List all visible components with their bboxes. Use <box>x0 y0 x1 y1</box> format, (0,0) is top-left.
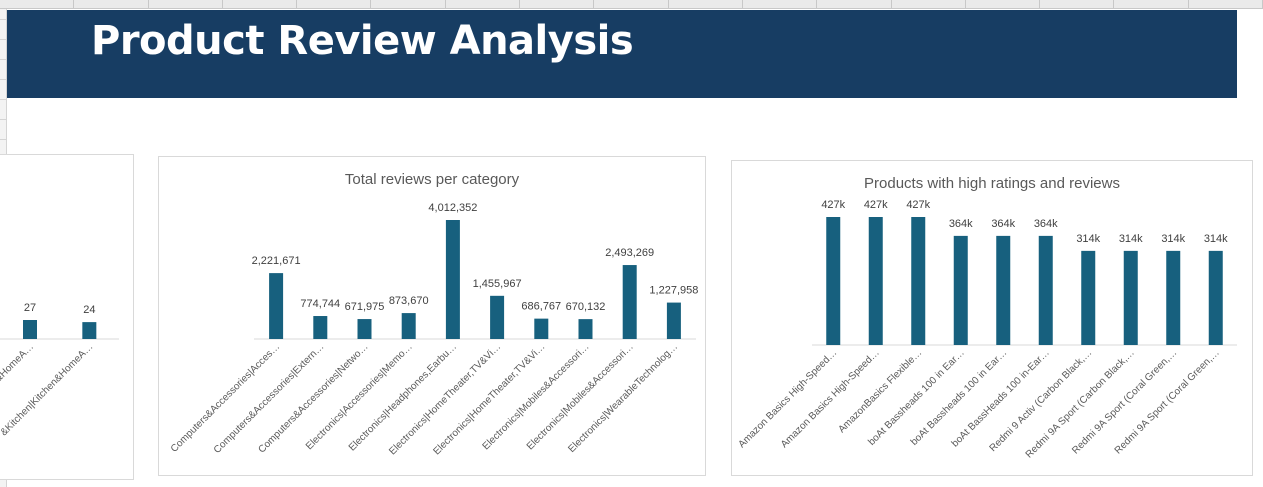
chart-svg: 2,221,671Computers&Accessories|Acces…774… <box>169 202 699 457</box>
data-label: 427k <box>864 199 888 211</box>
bar <box>578 319 593 339</box>
bar <box>357 319 372 339</box>
data-label: 774,744 <box>300 298 340 310</box>
chart-svg: 427kAmazon Basics High-Speed…427kAmazon … <box>736 199 1237 460</box>
column-header-cell[interactable] <box>520 0 595 8</box>
data-label: 671,975 <box>345 301 385 313</box>
data-label: 1,227,958 <box>649 285 698 297</box>
bar <box>1166 250 1181 345</box>
bar <box>1038 235 1053 345</box>
column-header-cell[interactable] <box>74 0 149 8</box>
data-label: 4,012,352 <box>428 202 477 214</box>
tick-label: AmazonBasics Flexible… <box>836 347 924 435</box>
column-header-cell[interactable] <box>817 0 892 8</box>
bar <box>826 217 841 345</box>
column-header-cell[interactable] <box>297 0 372 8</box>
column-header-cell[interactable] <box>149 0 223 8</box>
chart-title: Total reviews per category <box>344 171 520 188</box>
bar <box>401 313 416 339</box>
row-header-divider <box>0 79 6 80</box>
data-label: 2,493,269 <box>605 247 654 259</box>
data-label: 364k <box>991 218 1015 230</box>
column-header-bar <box>0 0 1263 9</box>
column-header-cell[interactable] <box>892 0 966 8</box>
data-label: 24 <box>83 304 95 316</box>
row-header-divider <box>0 19 6 20</box>
bar <box>953 235 968 345</box>
column-header-cell[interactable] <box>1189 0 1263 8</box>
bar <box>1208 250 1223 345</box>
data-label: 1,455,967 <box>473 278 522 290</box>
chart-partial-left[interactable]: 3…27…tchen&HomeA…24&Kitchen|Kitchen&Home… <box>0 154 134 480</box>
data-label: 364k <box>1034 218 1058 230</box>
chart-title: Products with high ratings and reviews <box>864 175 1120 192</box>
bar <box>622 265 637 339</box>
column-header-cell[interactable] <box>669 0 743 8</box>
bar <box>666 302 681 339</box>
row-header-divider <box>0 99 6 100</box>
column-header-cell[interactable] <box>743 0 818 8</box>
data-label: 27 <box>24 302 36 314</box>
row-header-divider <box>0 39 6 40</box>
chart-products-high-ratings[interactable]: 427k Amazon Basics High-Speed… 427k Amazon … <box>731 160 1253 476</box>
column-header-cell[interactable] <box>446 0 521 8</box>
data-label: 686,767 <box>521 301 561 313</box>
bar <box>868 217 883 345</box>
row-header-divider <box>0 59 6 60</box>
column-header-cell[interactable] <box>1040 0 1115 8</box>
bar <box>269 273 284 339</box>
data-label: 427k <box>906 199 930 211</box>
data-label: 314k <box>1076 233 1100 245</box>
column-header-cell[interactable] <box>966 0 1041 8</box>
bar <box>534 318 549 339</box>
bar <box>313 316 328 339</box>
page-title: Product Review Analysis <box>91 18 634 64</box>
bar <box>23 320 37 339</box>
data-label: 364k <box>949 218 973 230</box>
data-label: 670,132 <box>566 301 606 313</box>
data-label: 873,670 <box>389 295 429 307</box>
data-label: 314k <box>1161 233 1185 245</box>
column-header-cell[interactable] <box>1114 0 1189 8</box>
row-header-divider <box>0 139 6 140</box>
row-header-divider <box>0 119 6 120</box>
bar <box>1081 250 1096 345</box>
data-label: 2,221,671 <box>252 255 301 267</box>
title-banner: Product Review Analysis <box>7 10 1237 98</box>
bar <box>490 295 505 339</box>
bar <box>1123 250 1138 345</box>
column-header-cell[interactable] <box>594 0 669 8</box>
column-header-cell[interactable] <box>371 0 446 8</box>
column-header-cell[interactable] <box>0 0 75 8</box>
bar <box>82 322 97 339</box>
column-header-cell[interactable] <box>223 0 298 8</box>
data-label: 314k <box>1119 233 1143 245</box>
bar <box>996 235 1011 345</box>
chart-total-reviews-per-category[interactable]: 2,221,671 Computers&Accessories|Acces… 774… <box>158 156 706 476</box>
chart-svg: 3…27…tchen&HomeA…24&Kitchen|Kitchen&Home… <box>0 302 119 438</box>
bar <box>445 220 460 339</box>
data-label: 314k <box>1204 233 1228 245</box>
bar <box>911 217 926 345</box>
data-label: 427k <box>821 199 845 211</box>
